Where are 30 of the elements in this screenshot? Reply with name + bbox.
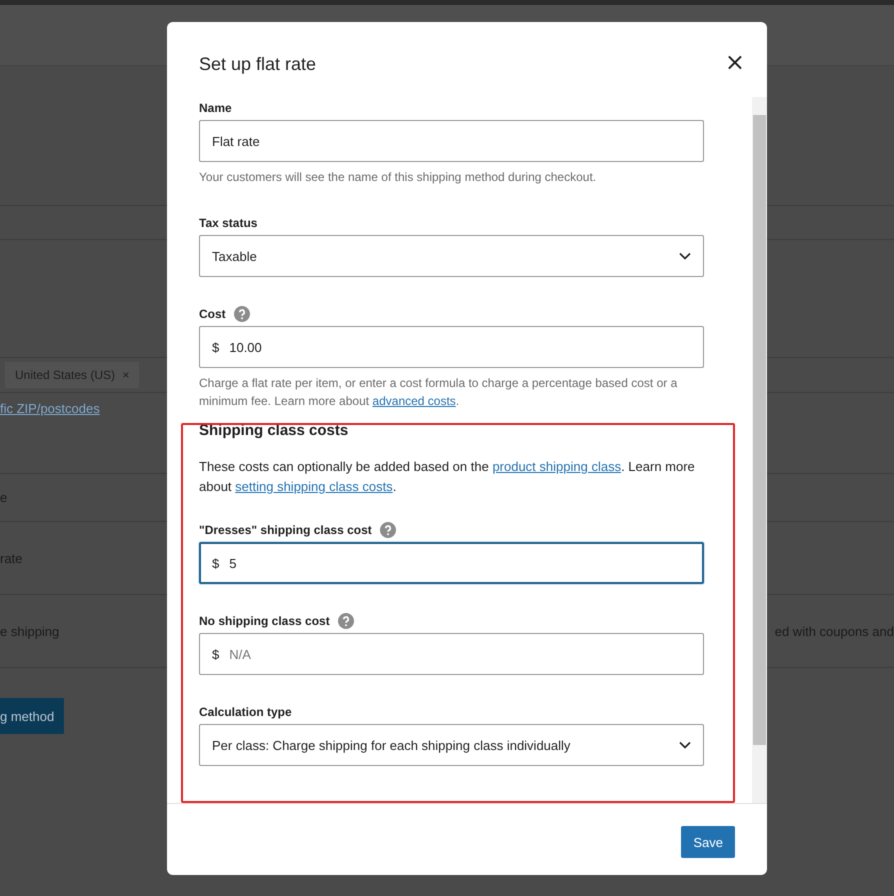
text-field[interactable]: Flat rate	[199, 120, 704, 162]
currency-field[interactable]: $ N/A	[199, 633, 704, 675]
field-label: "Dresses" shipping class cost	[199, 523, 372, 537]
chevron-down-icon	[679, 741, 691, 749]
dialog-title: Set up flat rate	[199, 54, 316, 75]
field-label: Name	[199, 101, 232, 115]
field-label: Cost	[199, 307, 226, 321]
section-title: Shipping class costs	[199, 422, 350, 439]
currency-field[interactable]: $ 10.00	[199, 326, 704, 368]
field-label: No shipping class cost	[199, 614, 330, 628]
help-link[interactable]: product shipping class	[492, 459, 622, 474]
help-link[interactable]: setting shipping class costs	[235, 479, 393, 494]
save-button[interactable]: Save	[681, 826, 735, 858]
field-label: Tax status	[199, 216, 258, 230]
field-help-text: Your customers will see the name of this shipping method during checkout.	[199, 169, 598, 186]
close-button[interactable]: ×	[720, 52, 749, 72]
postcodes-link[interactable]: fic ZIP/postcodes	[0, 401, 100, 416]
section-description: These costs can optionally be added based on the product shipping class. Learn more about setting shipping class costs.	[199, 458, 696, 496]
field-label: Calculation type	[199, 705, 292, 719]
scrollbar[interactable]	[752, 97, 767, 803]
add-shipping-method-button[interactable]: g method	[0, 698, 64, 734]
field-help-text: Charge a flat rate per item, or enter a cost formula to charge a percentage based cost or a minimum fee. Learn more about advanced costs.	[199, 375, 678, 410]
select-field[interactable]: Per class: Charge shipping for each shipping class individually	[199, 724, 704, 766]
help-icon[interactable]	[380, 522, 396, 538]
help-icon[interactable]	[234, 306, 250, 322]
chevron-down-icon	[679, 252, 691, 260]
currency-field[interactable]: $ 5	[199, 542, 704, 584]
help-link[interactable]: advanced costs	[372, 394, 456, 408]
help-icon[interactable]	[338, 613, 354, 629]
select-field[interactable]: Taxable	[199, 235, 704, 277]
